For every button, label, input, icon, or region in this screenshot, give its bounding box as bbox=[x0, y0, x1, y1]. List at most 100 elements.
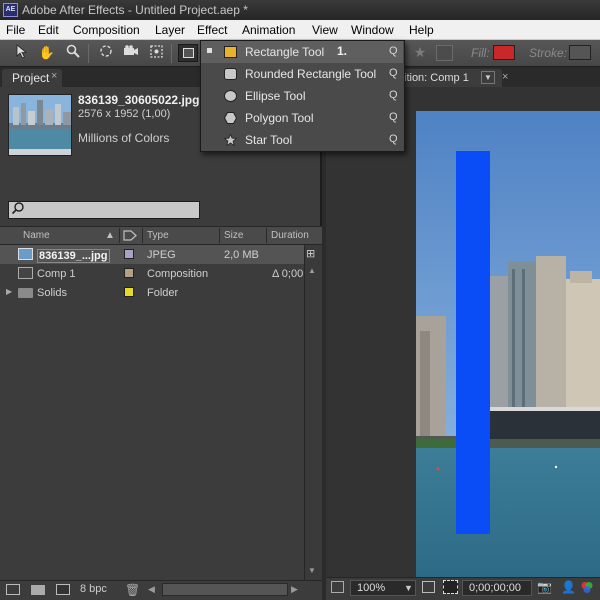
menu-item-rounded-rectangle-tool[interactable]: Rounded Rectangle Tool Q bbox=[201, 63, 403, 85]
ellipse-icon bbox=[224, 90, 237, 102]
always-preview-icon[interactable] bbox=[331, 581, 344, 593]
stroke-color-swatch[interactable] bbox=[569, 45, 591, 60]
column-name[interactable]: Name bbox=[23, 230, 50, 241]
composition-canvas[interactable] bbox=[416, 111, 600, 577]
rounded-rectangle-icon bbox=[224, 68, 237, 80]
window-title: Adobe After Effects - Untitled Project.a… bbox=[22, 3, 248, 17]
project-item-duration: Δ 0;00 bbox=[272, 268, 304, 280]
label-color-swatch[interactable] bbox=[124, 287, 134, 297]
rectangle-tool-button[interactable] bbox=[178, 44, 198, 62]
camera-snapshot-icon[interactable]: 📷 bbox=[537, 580, 552, 594]
scroll-right-icon[interactable]: ▶ bbox=[291, 584, 298, 595]
search-icon bbox=[11, 201, 25, 218]
folder-icon bbox=[18, 288, 33, 298]
column-divider bbox=[119, 228, 120, 243]
project-scrollbar[interactable] bbox=[304, 245, 322, 580]
selection-tool-icon[interactable] bbox=[12, 44, 32, 62]
project-search-input[interactable] bbox=[8, 201, 200, 219]
new-composition-icon[interactable] bbox=[56, 584, 70, 595]
trash-icon[interactable]: 🗑 bbox=[125, 583, 140, 597]
sort-ascending-icon[interactable]: ▲ bbox=[105, 230, 115, 241]
zoom-tool-icon[interactable] bbox=[63, 44, 83, 62]
show-snapshot-icon[interactable]: 👤 bbox=[561, 580, 576, 594]
composition-tab-label: ition: Comp 1 bbox=[404, 72, 469, 84]
selected-file-name: 836139_30605022.jpg bbox=[78, 93, 200, 107]
scroll-left-icon[interactable]: ◀ bbox=[148, 584, 155, 595]
scroll-up-icon[interactable]: ▲ bbox=[308, 266, 316, 275]
menu-effect[interactable]: Effect bbox=[197, 23, 227, 37]
menu-item-label: Ellipse Tool bbox=[245, 89, 306, 103]
label-color-swatch[interactable] bbox=[124, 268, 134, 278]
menu-file[interactable]: File bbox=[6, 23, 25, 37]
selected-file-dimensions: 2576 x 1952 (1,00) bbox=[78, 108, 171, 120]
fill-color-swatch[interactable] bbox=[493, 45, 515, 60]
menu-edit[interactable]: Edit bbox=[38, 23, 59, 37]
column-duration[interactable]: Duration bbox=[271, 230, 309, 241]
star-icon: ★ bbox=[413, 44, 427, 60]
column-divider bbox=[266, 228, 267, 243]
flowchart-icon[interactable]: ⊞ bbox=[306, 247, 315, 260]
project-item-name[interactable]: Solids bbox=[37, 287, 67, 299]
rectangle-shape-layer[interactable] bbox=[456, 151, 490, 534]
menu-window[interactable]: Window bbox=[351, 23, 394, 37]
rotation-tool-icon[interactable] bbox=[96, 44, 116, 62]
selected-file-colors: Millions of Colors bbox=[78, 131, 170, 145]
camera-tool-icon[interactable] bbox=[121, 44, 141, 62]
stroke-label: Stroke: bbox=[529, 46, 568, 60]
star-icon bbox=[223, 133, 238, 147]
menu-composition[interactable]: Composition bbox=[73, 23, 140, 37]
column-type[interactable]: Type bbox=[147, 230, 169, 241]
scroll-down-icon[interactable]: ▼ bbox=[308, 566, 316, 575]
menu-item-label: Rounded Rectangle Tool bbox=[245, 67, 377, 81]
menu-item-star-tool[interactable]: Star Tool Q bbox=[201, 129, 403, 151]
new-folder-icon[interactable] bbox=[31, 585, 45, 595]
label-column-icon[interactable] bbox=[123, 230, 137, 244]
column-divider bbox=[219, 228, 220, 243]
close-icon[interactable]: × bbox=[51, 70, 57, 82]
composition-icon bbox=[18, 267, 33, 279]
rectangle-icon bbox=[183, 48, 194, 58]
region-of-interest-icon[interactable] bbox=[443, 580, 458, 594]
column-size[interactable]: Size bbox=[224, 230, 243, 241]
bit-depth-button[interactable]: 8 bpc bbox=[80, 583, 107, 595]
menu-item-shortcut: Q bbox=[389, 133, 398, 145]
grid-guides-icon[interactable] bbox=[422, 581, 435, 593]
interpret-footage-icon[interactable] bbox=[6, 584, 20, 595]
rectangle-icon bbox=[224, 46, 237, 58]
toggle-mask-icon bbox=[436, 45, 453, 61]
current-time-display[interactable]: 0;00;00;00 bbox=[462, 580, 532, 596]
menu-item-rectangle-tool[interactable]: Rectangle Tool Q bbox=[201, 41, 403, 63]
pan-behind-tool-icon[interactable] bbox=[146, 44, 166, 62]
menu-item-ellipse-tool[interactable]: Ellipse Tool Q bbox=[201, 85, 403, 107]
menu-item-shortcut: Q bbox=[389, 111, 398, 123]
step-annotation: 1. bbox=[337, 44, 348, 58]
menu-help[interactable]: Help bbox=[409, 23, 434, 37]
chevron-down-icon[interactable]: ▼ bbox=[404, 583, 413, 593]
app-icon: AE bbox=[3, 3, 18, 17]
color-channels-icon[interactable] bbox=[580, 581, 594, 594]
menu-layer[interactable]: Layer bbox=[155, 23, 185, 37]
footage-thumbnail bbox=[8, 94, 72, 156]
expand-arrow-icon[interactable]: ▶ bbox=[6, 287, 12, 296]
chevron-down-icon[interactable]: ▼ bbox=[481, 71, 495, 84]
close-icon[interactable]: × bbox=[502, 71, 508, 83]
menu-item-label: Star Tool bbox=[245, 133, 293, 147]
selected-bullet-icon bbox=[207, 48, 212, 53]
menu-item-polygon-tool[interactable]: Polygon Tool Q bbox=[201, 107, 403, 129]
menu-animation[interactable]: Animation bbox=[242, 23, 295, 37]
project-item-type: Composition bbox=[147, 268, 209, 280]
column-divider bbox=[142, 228, 143, 243]
menu-item-shortcut: Q bbox=[389, 67, 398, 79]
project-item-type: JPEG bbox=[147, 249, 176, 261]
menu-item-shortcut: Q bbox=[389, 45, 398, 57]
fill-label: Fill: bbox=[471, 46, 490, 60]
image-file-icon bbox=[18, 248, 33, 260]
hand-tool-icon[interactable]: ✋ bbox=[37, 44, 57, 62]
menu-view[interactable]: View bbox=[312, 23, 338, 37]
project-item-name[interactable]: Comp 1 bbox=[37, 268, 76, 280]
menu-item-label: Polygon Tool bbox=[245, 111, 314, 125]
menu-item-shortcut: Q bbox=[389, 89, 398, 101]
project-item-name[interactable]: 836139_...jpg bbox=[37, 249, 110, 263]
label-color-swatch[interactable] bbox=[124, 249, 134, 259]
horizontal-scrollbar[interactable] bbox=[162, 583, 288, 596]
